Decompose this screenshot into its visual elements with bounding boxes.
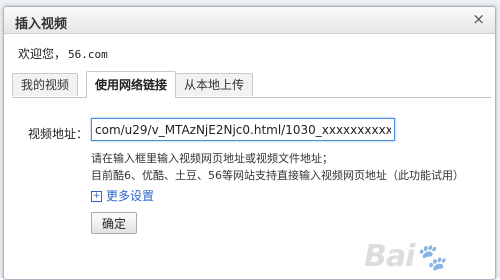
welcome-text: 欢迎您， [18, 47, 67, 61]
tab-my-videos[interactable]: 我的视频 [12, 73, 79, 96]
tab-network-link[interactable]: 使用网络链接 [86, 71, 177, 98]
help-line-2: 目前酷6、优酷、土豆、56等网站支持直接输入视频网页地址（此功能试用） [91, 169, 464, 182]
confirm-button[interactable]: 确定 [91, 212, 137, 234]
plus-box-icon: + [91, 191, 102, 202]
welcome-site: 56.com [68, 48, 108, 61]
network-link-panel: 视频地址： 请在输入框里输入视频网页地址或视频文件地址； 目前酷6、优酷、土豆、… [12, 98, 489, 279]
video-url-label: 视频地址： [28, 127, 89, 141]
dialog-titlebar: 插入视频 × [4, 7, 495, 34]
more-settings-label: 更多设置 [106, 189, 155, 203]
dialog-title: 插入视频 [15, 17, 68, 32]
video-url-input[interactable] [91, 118, 395, 141]
help-text: 请在输入框里输入视频网页地址或视频文件地址； 目前酷6、优酷、土豆、56等网站支… [91, 150, 464, 184]
tab-bar: 我的视频 使用网络链接 从本地上传 [12, 71, 491, 98]
help-line-1: 请在输入框里输入视频网页地址或视频文件地址； [91, 152, 333, 165]
more-settings-link[interactable]: + 更多设置 [91, 187, 154, 204]
insert-video-dialog: 插入视频 × 欢迎您， 56.com 我的视频 使用网络链接 从本地上传 视频地址… [3, 6, 496, 280]
tab-local-upload[interactable]: 从本地上传 [175, 73, 254, 96]
close-icon[interactable]: × [472, 11, 485, 27]
welcome-message: 欢迎您， 56.com [18, 45, 108, 62]
